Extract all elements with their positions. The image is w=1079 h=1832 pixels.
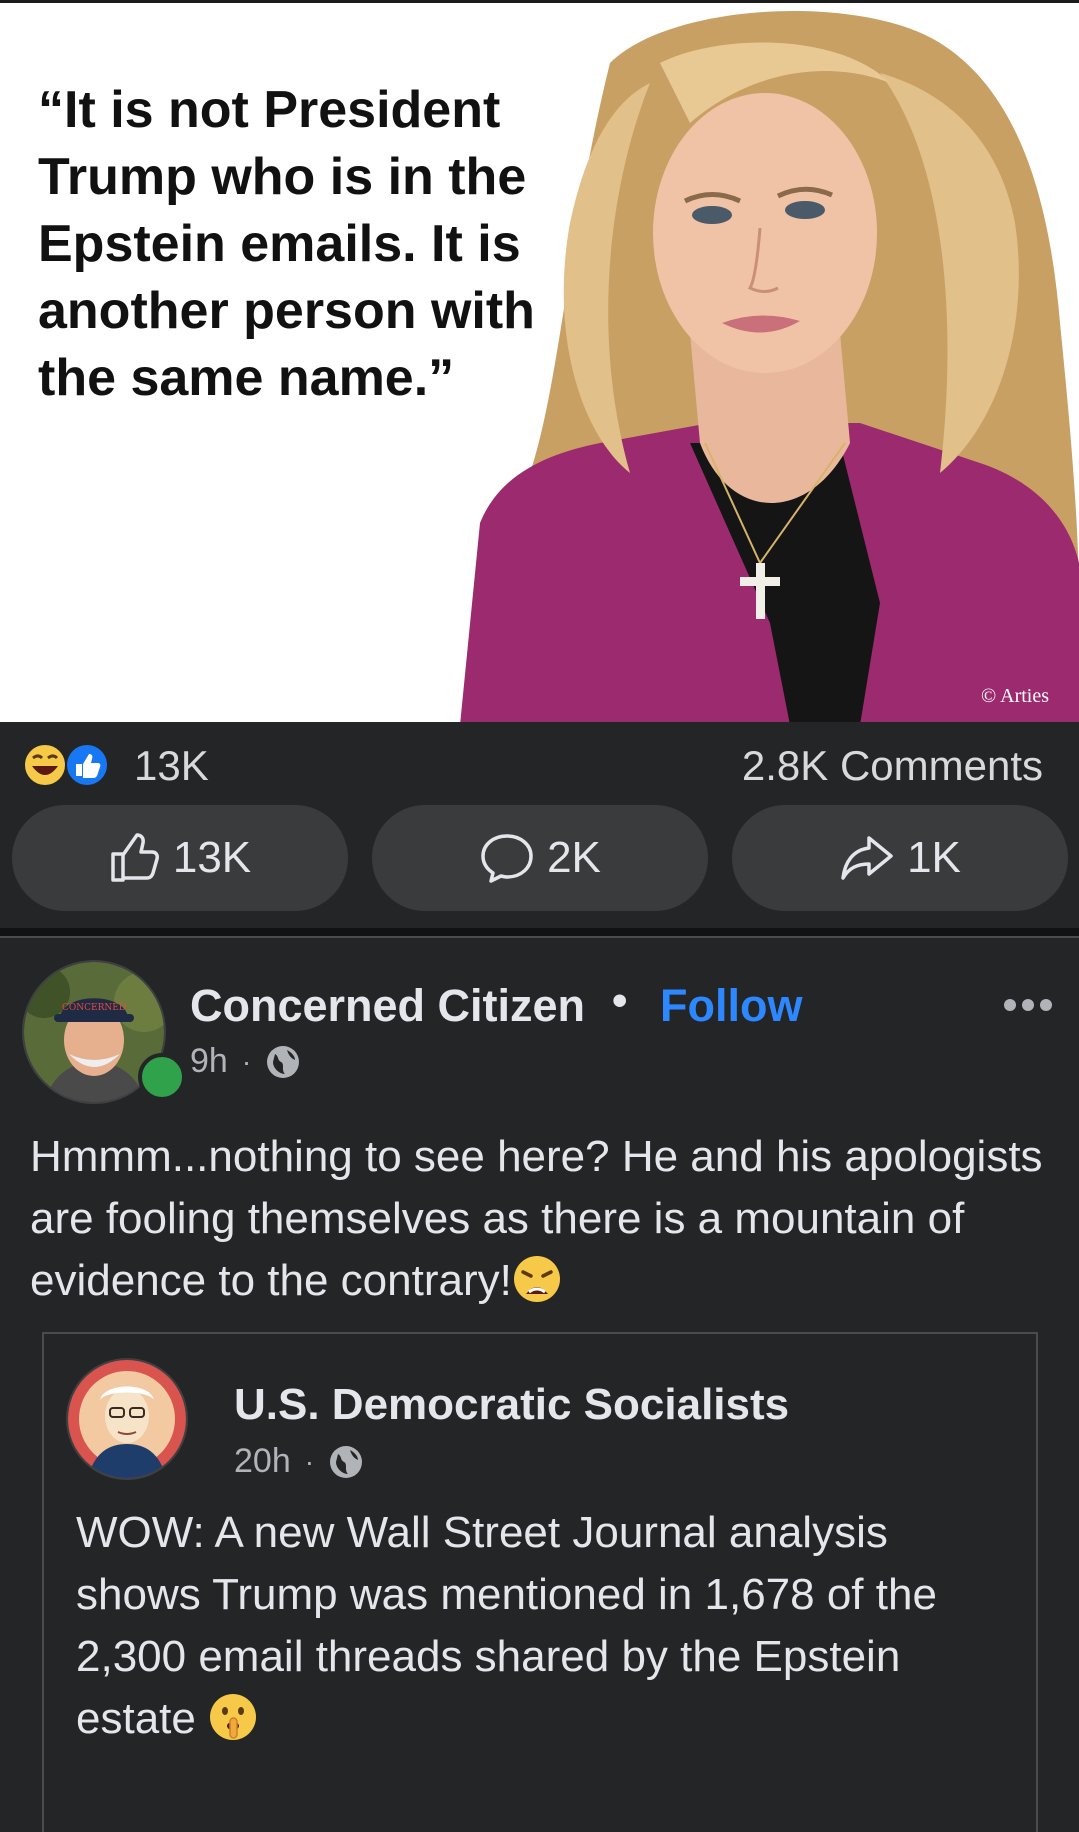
- post-image[interactable]: “It is not President Trump who is in the…: [0, 0, 1079, 722]
- share-button[interactable]: 1K: [732, 805, 1068, 911]
- share-arrow-icon: [841, 836, 893, 880]
- shushing-face-emoji-icon: [210, 1694, 257, 1741]
- reaction-icons: [23, 743, 109, 787]
- more-dot-icon: [1004, 999, 1016, 1011]
- like-count: 13K: [172, 833, 252, 882]
- comment-count: 2K: [547, 833, 601, 882]
- globe-icon: [267, 1045, 300, 1078]
- post-actions: 13K 2K 1K: [0, 800, 1079, 928]
- more-options-button[interactable]: [1004, 990, 1058, 1020]
- reaction-summary[interactable]: 13K 2.8K Comments: [0, 722, 1079, 800]
- bernie-portrait-avatar: [68, 1360, 186, 1478]
- woman-portrait-image: [460, 11, 1079, 722]
- more-dot-icon: [1040, 999, 1052, 1011]
- laughing-emoji-icon: [23, 743, 67, 787]
- post-meta: 9h ·: [190, 1042, 301, 1081]
- shared-author-name[interactable]: U.S. Democratic Socialists: [234, 1380, 789, 1430]
- name-separator: •: [612, 976, 628, 1025]
- like-button[interactable]: 13K: [12, 805, 348, 911]
- meta-separator: ·: [241, 1045, 252, 1077]
- follow-button[interactable]: Follow: [660, 980, 802, 1032]
- image-credit: © Arties: [981, 685, 1049, 707]
- post-body: Hmmm...nothing to see here? He and his a…: [30, 1126, 1050, 1312]
- post-author-name[interactable]: Concerned Citizen: [190, 980, 585, 1032]
- thumbs-up-icon: [111, 833, 159, 882]
- shared-post-body: WOW: A new Wall Street Journal analysis …: [76, 1502, 1006, 1750]
- comments-count[interactable]: 2.8K Comments: [742, 742, 1043, 790]
- shared-post-card[interactable]: U.S. Democratic Socialists 20h · WOW: A …: [42, 1332, 1038, 1832]
- reaction-count[interactable]: 13K: [134, 742, 209, 790]
- shared-post-body-text: WOW: A new Wall Street Journal analysis …: [76, 1508, 937, 1743]
- globe-icon: [330, 1445, 363, 1478]
- comment-bubble-icon: [481, 834, 533, 883]
- shared-author-avatar[interactable]: [66, 1358, 188, 1480]
- post-timestamp[interactable]: 9h: [190, 1042, 228, 1081]
- meta-separator: ·: [304, 1445, 315, 1477]
- shared-post-timestamp[interactable]: 20h: [234, 1442, 291, 1481]
- online-status-dot: [138, 1053, 186, 1101]
- share-count: 1K: [907, 833, 961, 882]
- weary-face-emoji-icon: [513, 1256, 560, 1303]
- svg-text:CONCERNED: CONCERNED: [62, 1003, 126, 1013]
- like-icon: [65, 743, 109, 787]
- comment-button[interactable]: 2K: [372, 805, 708, 911]
- more-dot-icon: [1022, 999, 1034, 1011]
- feed-divider: [0, 928, 1079, 938]
- shared-post-meta: 20h ·: [234, 1442, 364, 1481]
